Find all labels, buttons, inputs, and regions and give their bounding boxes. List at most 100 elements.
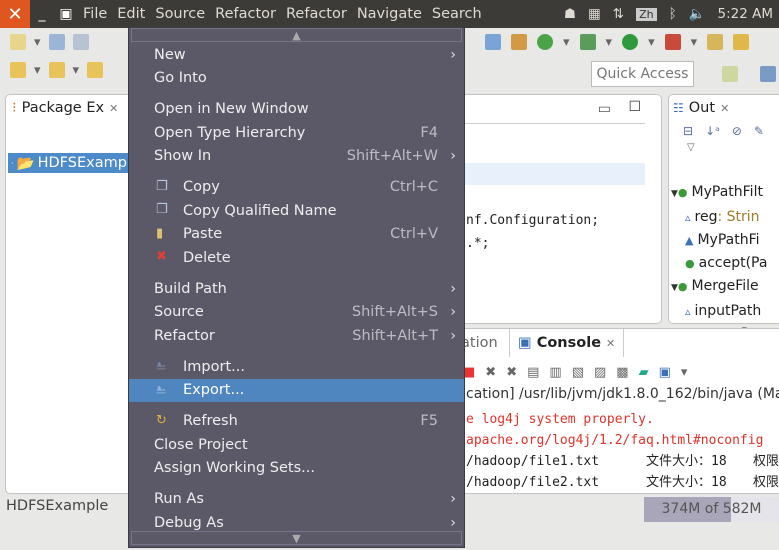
field-icon: ▵ bbox=[685, 305, 691, 318]
expand-icon[interactable]: ▼ bbox=[671, 189, 678, 199]
new-icon[interactable] bbox=[10, 34, 26, 50]
new-package-icon[interactable] bbox=[511, 34, 527, 50]
prev-annotation-icon[interactable] bbox=[48, 62, 65, 78]
menu-edit[interactable]: Edit bbox=[112, 6, 150, 22]
close-icon[interactable]: ✕ bbox=[109, 102, 118, 115]
show-stdout-icon[interactable]: ▨ bbox=[594, 365, 606, 380]
paste-icon: ▮ bbox=[156, 225, 164, 241]
menu-file[interactable]: File bbox=[78, 6, 112, 22]
external-tools-icon[interactable] bbox=[664, 34, 681, 50]
tab-package-explorer[interactable]: ⁝ Package Ex ✕ bbox=[6, 95, 144, 116]
bluetooth-icon[interactable]: ᛒ bbox=[669, 6, 677, 22]
view-menu-icon[interactable]: ▽ bbox=[669, 138, 779, 153]
menu-separator bbox=[129, 348, 464, 356]
volume-icon[interactable]: 🔈 bbox=[689, 6, 706, 22]
menu-item-copy-qualified-name[interactable]: ❐ Copy Qualified Name bbox=[129, 199, 464, 223]
search-icon[interactable] bbox=[733, 34, 750, 50]
open-perspective-icon[interactable] bbox=[722, 66, 738, 82]
hide-static-icon[interactable]: ✎ bbox=[754, 124, 764, 138]
save-icon[interactable] bbox=[48, 34, 65, 50]
remove-launch-icon[interactable]: ✖ bbox=[485, 365, 496, 380]
menu-item-run-as[interactable]: Run As › bbox=[129, 488, 464, 512]
calendar-icon[interactable]: ▦ bbox=[588, 6, 601, 22]
next-annotation-icon[interactable] bbox=[10, 62, 26, 78]
network-icon[interactable]: ⇅ bbox=[613, 6, 624, 22]
collapse-all-icon[interactable]: ⊟ bbox=[683, 124, 693, 138]
menu-item-close-project[interactable]: Close Project bbox=[129, 433, 464, 457]
top-panel: ✕ _ ▣ File Edit Source Refactor Refactor Navi… bbox=[0, 0, 779, 28]
menu-item-source[interactable]: Source Shift+Alt+S › bbox=[129, 301, 464, 325]
tree-item-label: HDFSExampl bbox=[37, 155, 131, 171]
menu-item-new[interactable]: New › bbox=[129, 43, 464, 67]
menu-refactor[interactable]: Refactor bbox=[281, 6, 352, 22]
minimize-icon[interactable]: ▭ bbox=[598, 101, 611, 117]
scroll-lock-icon[interactable]: ▥ bbox=[549, 365, 561, 380]
debug-icon[interactable] bbox=[579, 34, 596, 50]
menu-item-label: Open Type Hierarchy bbox=[154, 124, 306, 141]
menu-separator bbox=[129, 168, 464, 176]
clear-console-icon[interactable]: ▤ bbox=[527, 365, 539, 380]
outline-item[interactable]: ▵ inputPath bbox=[671, 300, 767, 323]
menu-item-open-in-new-window[interactable]: Open in New Window bbox=[129, 98, 464, 122]
input-method-indicator[interactable]: Zh bbox=[636, 7, 657, 21]
outline-title: Out bbox=[688, 100, 716, 116]
outline-item[interactable]: ▲ MyPathFi bbox=[671, 229, 767, 252]
menu-item-show-in[interactable]: Show In Shift+Alt+W › bbox=[129, 145, 464, 169]
close-icon[interactable]: ✕ bbox=[720, 102, 729, 115]
menu-separator bbox=[129, 402, 464, 410]
back-icon[interactable] bbox=[87, 62, 104, 78]
tab-console[interactable]: ▣ Console ✕ bbox=[509, 329, 625, 357]
expand-icon[interactable]: ▼ bbox=[671, 283, 678, 293]
sort-icon[interactable]: ↓ᵃ bbox=[705, 124, 720, 138]
menu-item-go-into[interactable]: Go Into bbox=[129, 67, 464, 91]
scroll-up-arrow[interactable]: ▲ bbox=[131, 28, 462, 42]
menu-item-copy[interactable]: ❐ Copy Ctrl+C bbox=[129, 176, 464, 200]
quick-access-input[interactable]: Quick Access bbox=[591, 61, 694, 87]
menu-source[interactable]: Source bbox=[150, 6, 210, 22]
menu-item-build-path[interactable]: Build Path › bbox=[129, 277, 464, 301]
open-type-icon[interactable] bbox=[707, 34, 724, 50]
scroll-down-arrow[interactable]: ▼ bbox=[131, 531, 462, 545]
heap-status[interactable]: 374M of 582M bbox=[644, 497, 779, 522]
updates-icon[interactable]: ☗ bbox=[564, 6, 576, 22]
menu-item-refactor[interactable]: Refactor Shift+Alt+T › bbox=[129, 324, 464, 348]
menu-item-export[interactable]: ⎁ Export... bbox=[129, 378, 464, 402]
menu-navigate[interactable]: Navigate bbox=[352, 6, 427, 22]
remove-all-icon[interactable]: ✖ bbox=[506, 365, 517, 380]
outline-item[interactable]: ● accept(Pa bbox=[671, 252, 767, 275]
menu-item-paste[interactable]: ▮ Paste Ctrl+V bbox=[129, 223, 464, 247]
maximize-icon[interactable]: ☐ bbox=[628, 99, 641, 115]
new-class-icon[interactable] bbox=[537, 34, 553, 50]
clock[interactable]: 5:22 AM bbox=[718, 6, 774, 22]
menu-item-open-type-hierarchy[interactable]: Open Type Hierarchy F4 bbox=[129, 121, 464, 145]
menu-item-import[interactable]: ⎁ Import... bbox=[129, 355, 464, 379]
show-stderr-icon[interactable]: ▩ bbox=[616, 365, 628, 380]
word-wrap-icon[interactable]: ▧ bbox=[572, 365, 584, 380]
show-whitespace-icon[interactable] bbox=[485, 34, 501, 50]
outline-item[interactable]: ▼● MyPathFilt bbox=[671, 181, 767, 206]
tree-item-project[interactable]: · 📂 HDFSExampl bbox=[8, 153, 144, 173]
menu-item-refresh[interactable]: ↻ Refresh F5 bbox=[129, 410, 464, 434]
close-icon[interactable]: ✕ bbox=[606, 337, 615, 350]
hide-fields-icon[interactable]: ⊘ bbox=[732, 124, 742, 138]
menu-item-label: Open in New Window bbox=[154, 101, 309, 118]
tab-outline[interactable]: ☷ Out ✕ bbox=[669, 95, 779, 116]
outline-item[interactable]: ▼● MergeFile bbox=[671, 275, 767, 300]
minimize-button[interactable]: _ bbox=[30, 6, 54, 22]
menu-item-delete[interactable]: ✖ Delete bbox=[129, 246, 464, 270]
save-all-icon[interactable] bbox=[72, 34, 89, 50]
maximize-button[interactable]: ▣ bbox=[54, 6, 78, 22]
submenu-arrow-icon: › bbox=[450, 514, 456, 531]
pin-console-icon[interactable]: ▰ bbox=[639, 365, 649, 380]
menu-search[interactable]: Search bbox=[427, 6, 487, 22]
tab-previous[interactable]: ation bbox=[461, 335, 498, 351]
close-window-button[interactable]: ✕ bbox=[0, 0, 30, 28]
run-icon[interactable] bbox=[622, 34, 639, 50]
menu-item-assign-working-sets[interactable]: Assign Working Sets... bbox=[129, 457, 464, 481]
java-perspective-icon[interactable] bbox=[760, 66, 776, 82]
menu-item-label: Copy Qualified Name bbox=[183, 202, 337, 219]
file-permission: 权限： bbox=[753, 454, 779, 469]
outline-item[interactable]: ▵ reg: Strin bbox=[671, 206, 767, 229]
display-console-icon[interactable]: ▣ bbox=[659, 365, 671, 380]
menu-refactor[interactable]: Refactor bbox=[210, 6, 281, 22]
